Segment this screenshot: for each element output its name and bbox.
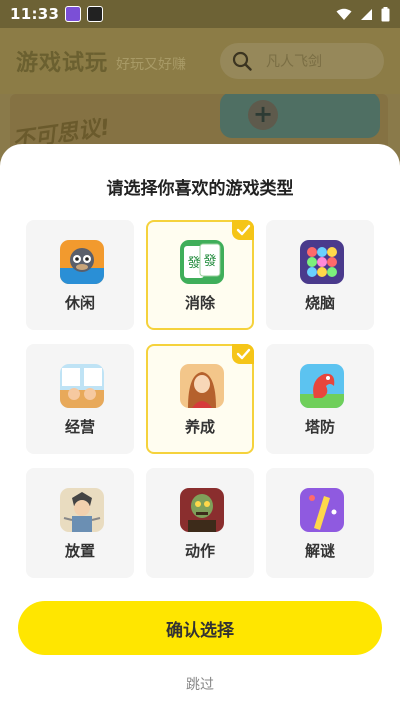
page-subtitle: 好玩又好赚 (116, 57, 187, 73)
search-bar[interactable]: 凡人飞剑 (220, 43, 384, 79)
business-game-icon (60, 364, 104, 408)
mahjong-tile-icon: 發 發 (180, 240, 224, 284)
idle-hero-icon (60, 488, 104, 532)
puzzle-bottle-icon (300, 488, 344, 532)
dragon-tower-icon (300, 364, 344, 408)
character-girl-icon (180, 364, 224, 408)
category-card-raise[interactable]: 养成 (146, 344, 254, 454)
status-bar: 11:33 (0, 0, 400, 28)
battery-icon (381, 6, 390, 21)
plus-icon: + (248, 100, 278, 130)
category-card-action[interactable]: 动作 (146, 468, 254, 578)
confirm-selection-button[interactable]: 确认选择 (18, 601, 382, 655)
search-placeholder: 凡人飞剑 (266, 54, 322, 70)
category-label: 休闲 (64, 294, 95, 312)
category-card-brain[interactable]: 烧脑 (266, 220, 374, 330)
category-grid: 休闲 發 發 消除 烧脑 经营 养成 塔防 放置 动作 解谜 (26, 220, 374, 580)
category-card-business[interactable]: 经营 (26, 344, 134, 454)
svg-text:發: 發 (187, 256, 200, 271)
check-icon (232, 220, 254, 240)
category-card-match[interactable]: 發 發 消除 (146, 220, 254, 330)
monkey-game-icon (60, 240, 104, 284)
category-label: 养成 (184, 418, 215, 436)
category-label: 动作 (184, 542, 215, 560)
category-label: 烧脑 (304, 294, 335, 312)
category-card-tower-defense[interactable]: 塔防 (266, 344, 374, 454)
category-label: 解谜 (304, 542, 335, 560)
zombie-action-icon (180, 488, 224, 532)
page-header: 游戏试玩 好玩又好赚 凡人飞剑 (0, 28, 400, 94)
category-card-casual[interactable]: 休闲 (26, 220, 134, 330)
status-time: 11:33 (10, 5, 60, 23)
check-icon (232, 344, 254, 364)
svg-text:發: 發 (203, 254, 216, 269)
search-icon (232, 51, 252, 71)
wifi-icon (336, 8, 352, 20)
category-label: 放置 (64, 542, 95, 560)
page-title: 游戏试玩 (16, 51, 109, 76)
signal-icon (361, 8, 372, 20)
category-label: 塔防 (304, 418, 335, 436)
category-card-idle[interactable]: 放置 (26, 468, 134, 578)
skip-button[interactable]: 跳过 (0, 674, 400, 694)
sheet-title: 请选择你喜欢的游戏类型 (106, 179, 294, 199)
category-label: 经营 (64, 418, 95, 436)
banner-device-image (220, 94, 380, 138)
category-label: 消除 (184, 294, 215, 312)
app-notification-icon (87, 6, 104, 22)
app-notification-icon (65, 6, 82, 22)
game-type-sheet: 请选择你喜欢的游戏类型 休闲 發 發 消除 烧脑 经营 养成 塔防 放置 动作 … (0, 144, 400, 711)
color-balls-icon (300, 240, 344, 284)
category-card-puzzle[interactable]: 解谜 (266, 468, 374, 578)
